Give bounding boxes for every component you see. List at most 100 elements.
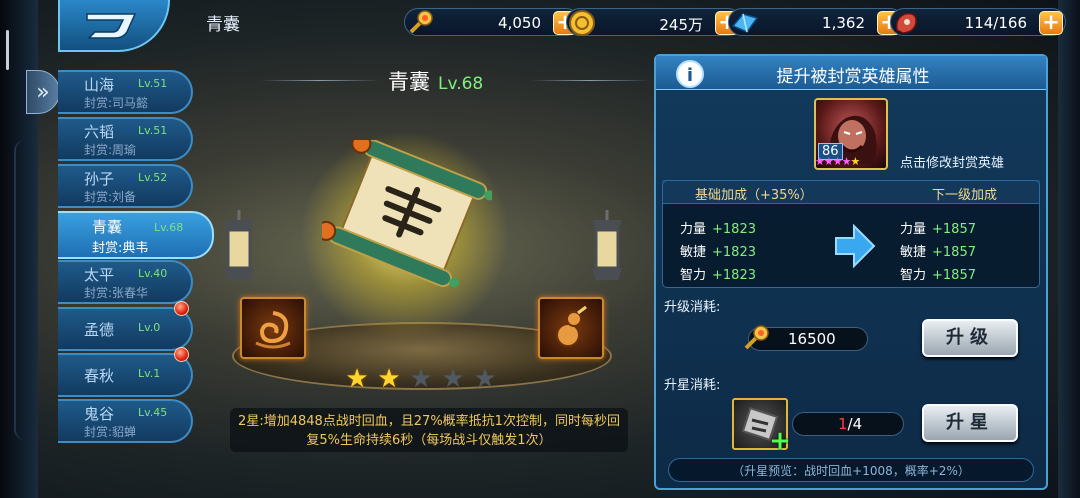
next-level-header: 下一级加成 — [932, 188, 998, 203]
qingnang-scroll-icon[interactable] — [322, 140, 492, 290]
star-rating: ★ ★ ★ ★ ★ — [342, 366, 500, 392]
resource-value: 114/166 — [964, 14, 1027, 32]
lantern-right-icon — [592, 210, 622, 280]
gold-coin-icon — [565, 6, 599, 40]
fragment-current: 1 — [838, 415, 848, 433]
stat-value: +1823 — [712, 222, 756, 237]
star-filled-icon: ★ — [345, 364, 369, 394]
star-purple-icon: ★ — [841, 155, 852, 168]
star-gold-icon: ★ — [850, 155, 861, 168]
tab-level: Lv.1 — [138, 367, 161, 380]
tab-chunqiu[interactable]: 春秋 Lv.1 — [58, 347, 193, 397]
stat-strength-next: 力量 +1857 — [900, 218, 976, 237]
star-empty-icon: ★ — [409, 364, 433, 394]
game-screen: 青囊 4,050 + 245万 + 1,362 + 114/166 + » 山海… — [0, 0, 1080, 498]
tab-name: 春秋 — [84, 367, 115, 385]
upgrade-cost-label: 升级消耗: — [664, 300, 721, 315]
add-fragment-icon[interactable]: + — [768, 428, 792, 454]
stat-value: +1823 — [712, 245, 756, 260]
skill-slot-left[interactable] — [240, 297, 306, 359]
tab-shanhai[interactable]: 山海 Lv.51 封赏:司马懿 — [58, 70, 193, 114]
star-cost-label: 升星消耗: — [664, 378, 721, 393]
tab-reward-hero: 封赏:张春华 — [84, 286, 149, 300]
tab-name: 太平 — [84, 266, 115, 284]
stat-value: +1857 — [932, 268, 976, 283]
tab-liutao[interactable]: 六韬 Lv.51 封赏:周瑜 — [58, 117, 193, 161]
tab-sunzi[interactable]: 孙子 Lv.52 封赏:刘备 — [58, 164, 193, 208]
stat-name: 力量 — [680, 222, 707, 237]
blue-crystal-icon — [727, 6, 761, 40]
tab-level: Lv.68 — [154, 221, 184, 234]
tab-qingnang[interactable]: 青囊 Lv.68 封赏:典韦 — [58, 211, 214, 259]
resource-crystal: 1,362 + — [728, 8, 904, 36]
resource-gold: 245万 + — [566, 8, 742, 36]
arrow-right-icon — [835, 223, 876, 269]
page-title: 青囊 — [206, 15, 240, 35]
tab-guigu[interactable]: 鬼谷 Lv.45 封赏:貂蝉 — [58, 399, 193, 443]
notification-badge — [174, 301, 189, 316]
add-resource-button[interactable]: + — [1039, 11, 1063, 35]
star-purple-icon: ★ — [815, 155, 825, 168]
stat-name: 敏捷 — [900, 245, 927, 260]
hero-star-rating: ★★★★★ — [815, 155, 861, 168]
tab-reward-hero: 封赏:貂蝉 — [84, 425, 137, 439]
tab-reward-hero: 封赏:周瑜 — [84, 143, 137, 157]
stat-value: +1857 — [932, 245, 976, 260]
tab-reward-hero: 封赏:典韦 — [92, 241, 149, 256]
change-hero-hint[interactable]: 点击修改封赏英雄 — [900, 152, 1004, 171]
expand-side-button[interactable]: » — [26, 70, 60, 114]
panel-title: 提升被封赏英雄属性 — [776, 67, 930, 87]
star-up-button[interactable]: 升星 — [922, 404, 1018, 442]
stat-agility-current: 敏捷 +1823 — [680, 241, 756, 260]
stat-agility-next: 敏捷 +1857 — [900, 241, 976, 260]
system-bar — [6, 30, 9, 70]
star-purple-icon: ★ — [832, 155, 843, 168]
book-name: 青囊 — [388, 70, 430, 94]
tab-name: 青囊 — [92, 218, 123, 236]
stat-name: 智力 — [900, 268, 927, 283]
tab-name: 六韬 — [84, 123, 115, 141]
tab-level: Lv.51 — [138, 77, 168, 90]
star-empty-icon: ★ — [441, 364, 465, 394]
resource-value: 4,050 — [498, 14, 541, 32]
double-chevron-icon: » — [36, 79, 50, 105]
stat-intellect-current: 智力 +1823 — [680, 264, 756, 283]
edge-ornament — [14, 140, 36, 440]
upgrade-button[interactable]: 升级 — [922, 319, 1018, 357]
fragment-count: 1/4 — [838, 415, 862, 433]
gem-scepter-icon — [744, 325, 769, 350]
base-bonus-header: 基础加成（+35%） — [695, 188, 813, 203]
tab-name: 山海 — [84, 76, 115, 94]
tab-level: Lv.51 — [138, 124, 168, 137]
tab-name: 孟德 — [84, 321, 115, 339]
star-empty-icon: ★ — [473, 364, 497, 394]
stat-name: 力量 — [900, 222, 927, 237]
notification-badge — [174, 347, 189, 362]
tab-reward-hero: 封赏:司马懿 — [84, 96, 149, 110]
tab-name: 鬼谷 — [84, 405, 115, 423]
tab-name: 孙子 — [84, 170, 115, 188]
stat-value: +1857 — [932, 222, 976, 237]
star-preview-text: （升星预览：战时回血+1008，概率+2%） — [732, 464, 970, 478]
title-ornament — [530, 80, 650, 81]
book-level: Lv.68 — [438, 74, 484, 94]
title-ornament — [260, 80, 380, 81]
resource-stamina: 114/166 + — [890, 8, 1066, 36]
stat-strength-current: 力量 +1823 — [680, 218, 756, 237]
stat-intellect-next: 智力 +1857 — [900, 264, 976, 283]
lantern-left-icon — [224, 210, 254, 280]
info-icon[interactable]: i — [676, 60, 704, 88]
tab-level: Lv.40 — [138, 267, 168, 280]
tab-mengde[interactable]: 孟德 Lv.0 — [58, 301, 193, 351]
skill-slot-right[interactable] — [538, 297, 604, 359]
star-purple-icon: ★ — [823, 155, 834, 168]
stat-name: 智力 — [680, 268, 707, 283]
gourd-skill-icon — [556, 305, 587, 347]
resource-diamond: 4,050 + — [404, 8, 580, 36]
back-button[interactable] — [58, 0, 170, 52]
meat-stamina-icon — [889, 6, 923, 40]
resource-value: 245万 — [659, 16, 703, 34]
tab-taiping[interactable]: 太平 Lv.40 封赏:张春华 — [58, 260, 193, 304]
stat-value: +1823 — [712, 268, 756, 283]
fragment-total: /4 — [847, 415, 863, 433]
